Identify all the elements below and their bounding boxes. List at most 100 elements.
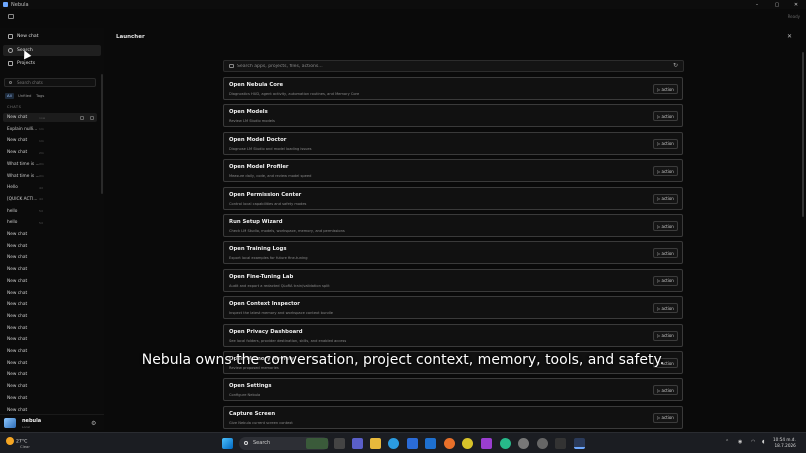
command-item[interactable]: Open Privacy Dashboard See local folders,… [223, 323, 683, 347]
chat-list-item[interactable]: New chat [3, 289, 97, 298]
action-button[interactable]: ▷ action [653, 330, 678, 341]
command-title: Open Nebula Core [229, 82, 284, 88]
gear-icon[interactable]: ⚙ [91, 421, 96, 427]
chat-list-item[interactable]: New chat 1m [3, 136, 97, 145]
sidebar-item-projects[interactable]: Projects [3, 58, 101, 69]
minimize-button[interactable]: – [747, 0, 767, 9]
command-item[interactable]: Open Permission Center Control local capa… [223, 186, 683, 210]
nebula-taskbar-icon[interactable] [574, 438, 585, 449]
settings-icon[interactable] [518, 438, 529, 449]
pin-icon[interactable] [80, 115, 84, 120]
command-title: Open Fine-Tuning Lab [229, 273, 294, 280]
refresh-icon[interactable]: ↻ [673, 62, 678, 69]
chat-title: [QUICK ACTI... [7, 196, 38, 202]
chat-age: 5d [39, 209, 43, 214]
start-icon[interactable] [222, 438, 233, 449]
store-icon[interactable] [407, 438, 418, 449]
chat-list-item[interactable]: hello 5d [3, 207, 97, 216]
action-button[interactable]: ▷ action [653, 111, 678, 122]
filter-tags[interactable]: Tags [34, 93, 46, 99]
command-title: Open Models [229, 109, 268, 116]
chat-list-item[interactable]: hello 5d [3, 218, 97, 227]
command-title: Capture Screen [229, 410, 276, 417]
action-button[interactable]: ▷ action [653, 221, 678, 231]
command-item[interactable]: Open Settings Configure Nebula ▷ action [223, 378, 683, 402]
chat-list-item[interactable]: New chat [3, 230, 97, 239]
command-item[interactable]: Open Training Logs Export local examples … [223, 241, 683, 265]
edge-icon[interactable] [388, 438, 399, 449]
firefox-icon[interactable] [444, 438, 455, 449]
command-item[interactable]: Capture Screen Give Nebula current screen… [223, 405, 683, 429]
chat-list-item[interactable]: New chat [3, 242, 97, 251]
weather-widget[interactable]: 27°C Clear [6, 437, 30, 449]
launcher-search-input[interactable] [237, 62, 657, 71]
chat-list-item[interactable]: What time is ... 3m [3, 172, 97, 181]
close-window-button[interactable]: ✕ [786, 0, 806, 9]
filter-unfiled[interactable]: Unfiled [16, 93, 33, 99]
action-button[interactable]: ▷ action [653, 412, 678, 423]
chat-list-item[interactable]: New chat [3, 394, 97, 403]
chat-list-item[interactable]: New chat [3, 370, 97, 379]
chat-list-item[interactable]: New chat [3, 265, 97, 274]
chat-list-item[interactable]: New chat [3, 335, 97, 344]
chevron-up-icon[interactable]: ⌃ [725, 439, 729, 445]
volume-icon[interactable]: ◖ [762, 439, 765, 445]
action-button[interactable]: ▷ action [653, 138, 678, 149]
sidebar-item-new-chat[interactable]: New chat [3, 31, 101, 42]
chat-list-item[interactable]: New chat [3, 300, 97, 309]
command-item[interactable]: Open Context Inspector Inspect the latest… [223, 296, 683, 320]
action-button[interactable]: ▷ action [653, 385, 678, 396]
chat-list-item[interactable]: New chat [3, 382, 97, 391]
action-button[interactable]: ▷ action [653, 84, 678, 94]
github-icon[interactable] [537, 438, 548, 449]
file-explorer-icon[interactable] [370, 438, 381, 449]
action-button[interactable]: ▷ action [653, 248, 678, 259]
chat-search-input[interactable]: Search chats [4, 78, 96, 87]
chat-title: New chat [7, 302, 28, 308]
chat-list-item[interactable]: New chat [3, 312, 97, 321]
action-button[interactable]: ▷ action [653, 166, 678, 177]
maximize-button[interactable]: ▢ [767, 0, 787, 9]
clock[interactable]: 10:54 m.d. 18.7.2026 [773, 437, 796, 449]
wifi-icon[interactable]: ◠ [751, 439, 755, 445]
sidebar-toggle-icon[interactable] [8, 14, 14, 19]
chatgpt-icon[interactable] [500, 438, 511, 449]
command-description: Audit and export a redacted QLoRA train/… [229, 283, 330, 288]
close-launcher-button[interactable]: ✕ [787, 33, 792, 40]
action-button[interactable]: ▷ action [653, 303, 678, 314]
teams-icon[interactable] [352, 438, 363, 449]
launcher-scrollbar[interactable] [802, 52, 804, 217]
visual-studio-icon[interactable] [481, 438, 492, 449]
terminal-icon[interactable] [555, 438, 566, 449]
chat-title: New chat [7, 255, 28, 261]
chat-list-item[interactable]: Hello 4d [3, 183, 97, 192]
chat-age: now [39, 115, 46, 120]
command-item[interactable]: Open Model Profiler Measure daily, code, … [223, 159, 683, 183]
chat-list-item[interactable]: New chat 2m [3, 148, 97, 157]
norton-icon[interactable] [462, 438, 473, 449]
command-item[interactable]: Open Models Review LM Studio models ▷ acti… [223, 104, 683, 128]
chat-list-item[interactable]: [QUICK ACTI... 4d [3, 195, 97, 204]
action-button[interactable]: ▷ action [653, 193, 678, 204]
filter-all[interactable]: All [5, 93, 14, 99]
chat-list-item[interactable]: New chat [3, 253, 97, 262]
command-item[interactable]: Open Fine-Tuning Lab Audit and export a r… [223, 268, 683, 292]
chat-list-item[interactable]: New chat [3, 277, 97, 286]
command-item[interactable]: Open Nebula Core Diagnostics HUD, agent a… [223, 77, 683, 100]
command-item[interactable]: Open Model Doctor Diagnose LM Studio and … [223, 131, 683, 155]
delete-icon[interactable] [90, 115, 94, 120]
task-view-icon[interactable] [334, 438, 345, 449]
mic-icon[interactable]: ◉ [738, 439, 742, 445]
command-item[interactable]: Run Setup Wizard Check LM Studio, models,… [223, 214, 683, 237]
sidebar-item-search[interactable]: Search [3, 45, 101, 56]
avatar[interactable] [4, 418, 16, 428]
chat-list-item[interactable]: What time is ... 3m [3, 160, 97, 169]
command-description: Control local capabilities and safety mo… [229, 201, 307, 206]
action-button[interactable]: ▷ action [653, 275, 678, 286]
chat-list-item[interactable]: Explain nulli... 1m [3, 125, 97, 134]
chat-list-item[interactable]: New chat [3, 324, 97, 333]
launcher-panel: Launcher ✕ ↻ Open Nebula Core Diagnostics… [104, 28, 806, 430]
sidebar-scrollbar[interactable] [101, 74, 103, 194]
mail-icon[interactable] [425, 438, 436, 449]
chat-list-item[interactable]: New chat now [3, 113, 97, 122]
